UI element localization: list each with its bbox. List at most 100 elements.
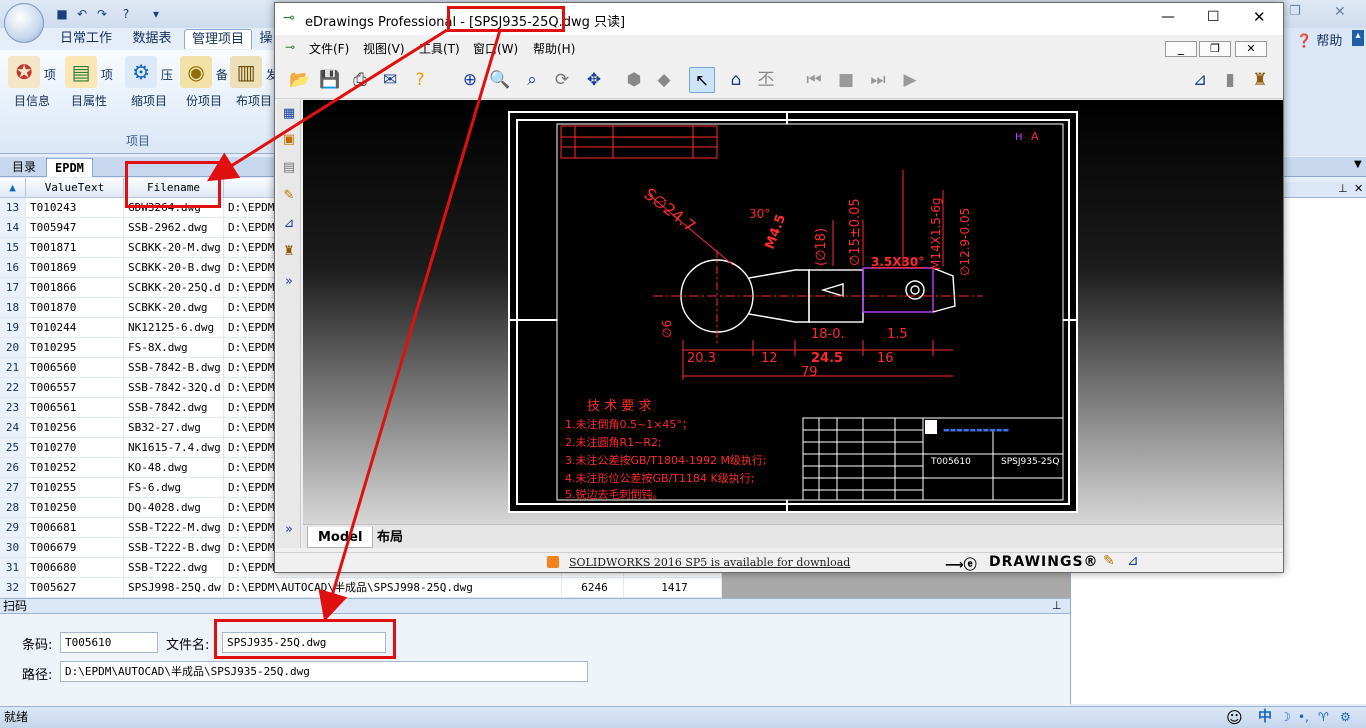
stamp-side-icon[interactable]: ♜: [279, 242, 299, 262]
tab-model[interactable]: Model: [307, 527, 374, 548]
layers-icon[interactable]: ▤: [279, 158, 299, 178]
path-field[interactable]: D:\EPDM\AUTOCAD\半成品\SPSJ935-25Q.dwg: [60, 661, 588, 682]
sheets-icon[interactable]: ▦: [279, 104, 299, 124]
cad-drawing: H A S∅24.7 30° M4.5 (∅18) ∅15±0.05 M14X1…: [508, 111, 1078, 513]
doc-minimize-icon[interactable]: _: [1165, 41, 1197, 57]
row-number: 31: [0, 558, 26, 578]
backup-project-button[interactable]: ◉ 备份项目: [176, 56, 232, 109]
tab-daily-work[interactable]: 日常工作: [56, 29, 116, 49]
menu-app-icon[interactable]: ⊸: [285, 40, 295, 54]
ime-mascot-icon[interactable]: ☺: [1226, 707, 1243, 728]
tab-manage-project[interactable]: 管理项目: [184, 29, 252, 49]
barcode-field[interactable]: T005610: [60, 632, 158, 653]
perspective-icon[interactable]: ◆: [651, 67, 677, 93]
menu-help[interactable]: 帮助(H): [533, 40, 575, 57]
qat-customize-icon[interactable]: ▾: [148, 6, 164, 22]
email-icon[interactable]: ✉: [377, 67, 403, 93]
tabs-dropdown-icon[interactable]: ▼: [1354, 159, 1362, 170]
zoom-fit-icon[interactable]: ⊕: [457, 67, 483, 93]
window-close-icon[interactable]: ✕: [1253, 8, 1266, 26]
zoom-area-icon[interactable]: 🔍: [487, 67, 513, 93]
table-row[interactable]: 32 T005627 SPSJ998-25Q.dw D:\EPDM\AUTOCAD\半…: [0, 578, 722, 598]
components-icon[interactable]: ▣: [279, 130, 299, 150]
application-menu-button[interactable]: [4, 3, 44, 43]
help-toolbar-icon[interactable]: ?: [407, 67, 433, 93]
project-info-button[interactable]: ✪ 项目信息: [4, 56, 60, 109]
undo-icon[interactable]: ↶: [74, 6, 90, 22]
select-icon[interactable]: ↖: [689, 67, 715, 93]
menu-file[interactable]: 文件(F): [309, 40, 349, 57]
compress-project-button[interactable]: ⚙ 压缩项目: [121, 56, 177, 109]
menu-tools[interactable]: 工具(T): [419, 40, 460, 57]
markup-pen-icon[interactable]: ✎: [1103, 553, 1115, 569]
tab-data-table[interactable]: 数据表: [126, 29, 178, 49]
ime-language-indicator[interactable]: 中: [1258, 707, 1272, 728]
menu-window[interactable]: 窗口(W): [473, 40, 518, 57]
measure-side-icon[interactable]: ⊿: [279, 214, 299, 234]
scan-pin-icon[interactable]: ⊥: [1052, 599, 1062, 613]
stamp-icon[interactable]: ♜: [1247, 67, 1273, 93]
dim-245: 24.5: [811, 351, 843, 366]
header-valuetext[interactable]: ValueText: [26, 178, 124, 198]
tab-operate[interactable]: 操: [256, 29, 276, 49]
tape-measure-icon[interactable]: ⊿: [1187, 67, 1213, 93]
stop-icon[interactable]: ■: [833, 67, 859, 93]
zoom-icon[interactable]: ⌕: [519, 67, 545, 93]
pen-icon[interactable]: ✎: [279, 186, 299, 206]
play-icon[interactable]: ▶: [897, 67, 923, 93]
measure-icon[interactable]: 丕: [753, 67, 779, 93]
restore-icon[interactable]: ❐: [1289, 4, 1301, 19]
row-number: 19: [0, 318, 26, 338]
row-filename: SSB-T222-B.dwg: [124, 538, 224, 558]
barcode-label: 条码:: [22, 638, 53, 653]
help-icon[interactable]: ?: [118, 6, 134, 22]
markup-icon[interactable]: ▮: [1217, 67, 1243, 93]
pan-icon[interactable]: ✥: [581, 67, 607, 93]
drawing-viewport[interactable]: H A S∅24.7 30° M4.5 (∅18) ∅15±0.05 M14X1…: [303, 100, 1283, 524]
save-file-icon[interactable]: 💾: [317, 67, 343, 93]
print-icon[interactable]: ⎙: [347, 67, 373, 93]
ime-punct-icon[interactable]: •,: [1298, 707, 1309, 728]
expand-bottom-icon[interactable]: »: [279, 520, 299, 540]
expand-icon[interactable]: »: [279, 272, 299, 292]
tab-layout[interactable]: 布局: [367, 527, 413, 548]
panel-close-icon[interactable]: ✕: [1354, 182, 1363, 195]
ribbon-minimize-icon[interactable]: ▴: [1352, 30, 1364, 46]
update-notice-link[interactable]: SOLIDWORKS 2016 SP5 is available for dow…: [569, 556, 850, 569]
rotate-icon[interactable]: ⟳: [549, 67, 575, 93]
save-icon[interactable]: ■: [54, 6, 70, 22]
minimize-icon[interactable]: —: [1161, 9, 1175, 25]
ime-skin-icon[interactable]: ♈: [1318, 707, 1329, 728]
help-button[interactable]: ❓ 帮助: [1296, 30, 1342, 49]
close-icon[interactable]: ✕: [1334, 4, 1346, 20]
tab-epdm[interactable]: EPDM: [46, 158, 93, 177]
status-measure-icon[interactable]: ⊿: [1127, 553, 1139, 569]
shaded-icon[interactable]: ⬢: [621, 67, 647, 93]
row-value-text: T005627: [26, 578, 124, 598]
pin-icon[interactable]: ⊥: [1338, 182, 1348, 195]
first-frame-icon[interactable]: ⏮: [801, 67, 827, 93]
open-icon[interactable]: 📂: [287, 67, 313, 93]
ime-settings-icon[interactable]: ⚙: [1340, 707, 1351, 728]
row-filename: KO-48.dwg: [124, 458, 224, 478]
home-icon[interactable]: ⌂: [723, 67, 749, 93]
row-number: 18: [0, 298, 26, 318]
doc-close-icon[interactable]: ✕: [1235, 41, 1267, 57]
ime-moon-icon[interactable]: ☽: [1280, 707, 1291, 728]
publish-project-button[interactable]: ▥ 发布项目: [230, 56, 278, 109]
scan-panel-title: 扫码: [3, 599, 28, 613]
doc-restore-icon[interactable]: ❐: [1199, 41, 1231, 57]
project-properties-button[interactable]: ▤ 项目属性: [61, 56, 117, 109]
title-prefix: eDrawings Professional -: [305, 15, 470, 30]
note-1: 1.未注倒角0.5~1×45°；: [565, 417, 693, 431]
tab-directory[interactable]: 目录: [4, 158, 44, 177]
sort-header[interactable]: ▲: [0, 178, 26, 198]
maximize-icon[interactable]: ☐: [1207, 9, 1220, 25]
redo-icon[interactable]: ↷: [94, 6, 110, 22]
next-frame-icon[interactable]: ⏭: [865, 67, 891, 93]
row-filename: SSB-7842.dwg: [124, 398, 224, 418]
menu-view[interactable]: 视图(V): [363, 40, 405, 57]
row-number: 22: [0, 378, 26, 398]
row-number: 26: [0, 458, 26, 478]
row-value-text: T006680: [26, 558, 124, 578]
